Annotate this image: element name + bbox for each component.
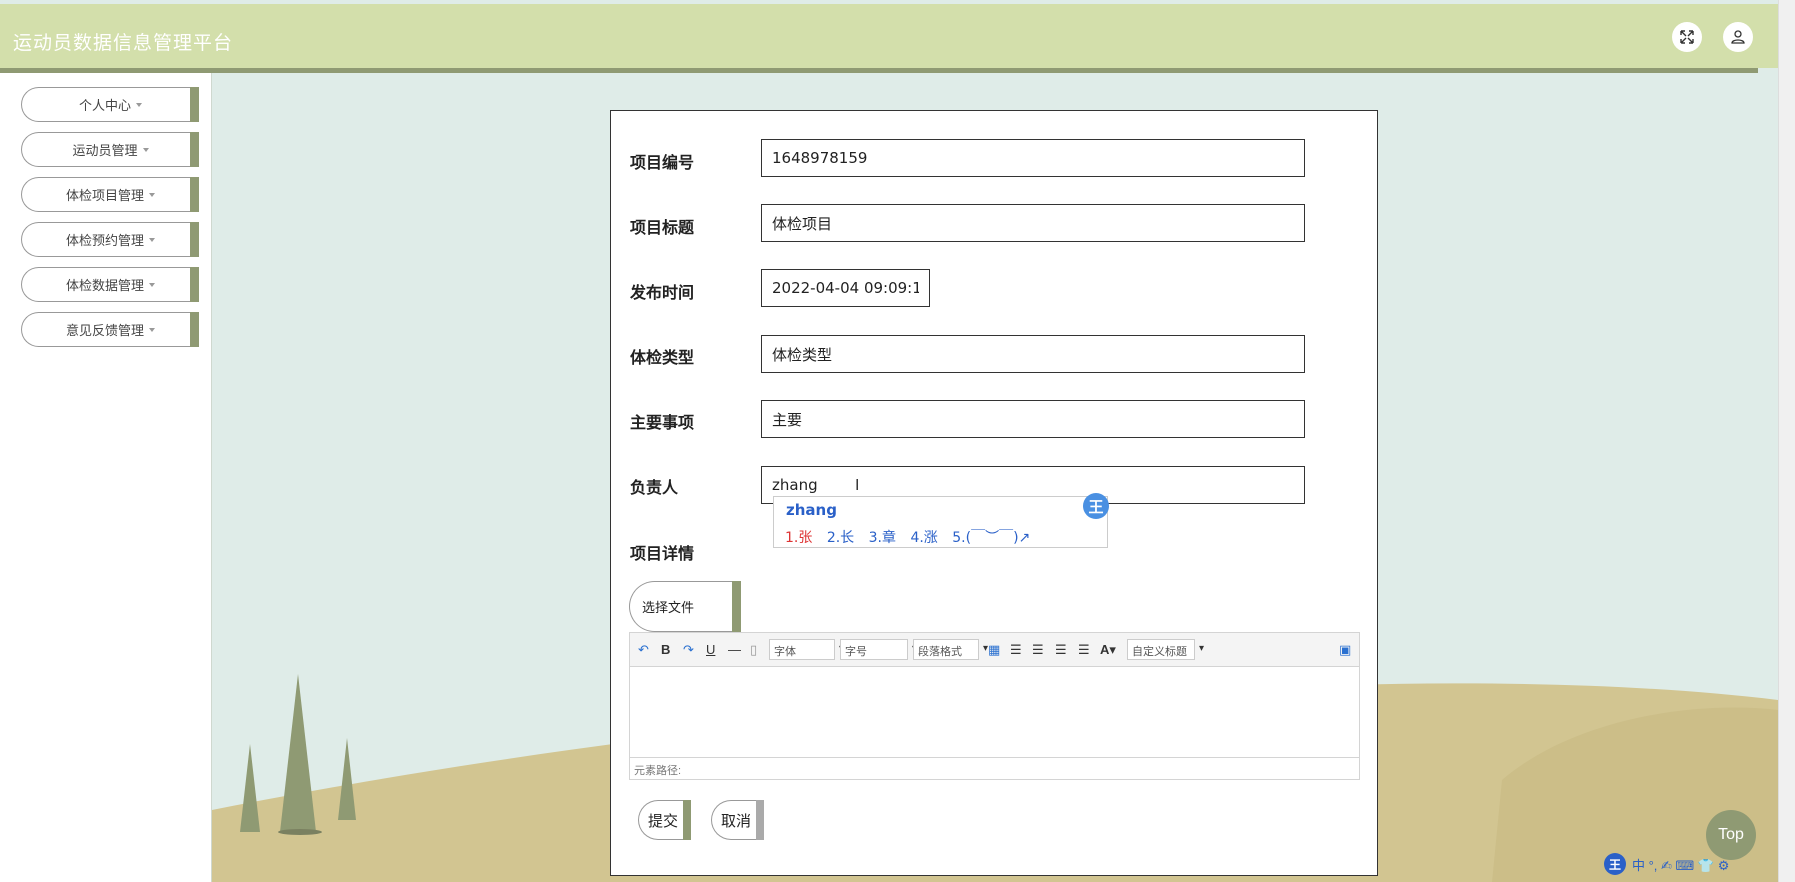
field-label-exam-type: 体检类型 — [630, 350, 695, 367]
ime-candidate[interactable]: 3.章 — [869, 530, 896, 546]
chevron-down-icon — [142, 147, 149, 152]
sidebar-item-exam-data[interactable]: 体检数据管理 — [21, 267, 199, 302]
fullscreen-icon[interactable] — [1672, 22, 1702, 52]
app-window: 运动员数据信息管理平台 个人中心 运动员管理 体检项目管理 体检预约管理 体检数… — [0, 0, 1795, 882]
sidebar-item-feedback[interactable]: 意见反馈管理 — [21, 312, 199, 347]
fullscreen-editor-icon[interactable]: ▣ — [1339, 642, 1351, 658]
justify-icon[interactable]: ☰ — [1078, 642, 1090, 658]
align-left-icon[interactable]: ☰ — [1010, 642, 1022, 658]
app-title: 运动员数据信息管理平台 — [13, 33, 234, 54]
cancel-button[interactable]: 取消 — [711, 800, 764, 840]
field-label-details: 项目详情 — [630, 546, 695, 563]
ime-status-text[interactable]: 中 °, ✍ ⌨ 👕 ⚙ — [1632, 855, 1729, 874]
page-scrollbar[interactable] — [1778, 0, 1795, 882]
chevron-down-icon — [149, 327, 155, 332]
publish-time-input[interactable] — [761, 269, 930, 307]
table-icon[interactable]: ▦ — [988, 642, 1000, 658]
chevron-down-icon — [149, 192, 155, 197]
bold-icon[interactable]: B — [661, 642, 670, 657]
rich-text-editor: ↶ B ↷ U — ▯ 字体 字号 段落格式 ▦ ☰ ☰ ☰ ☰ A▾ 自定义标… — [629, 632, 1360, 780]
font-color-icon[interactable]: A▾ — [1100, 642, 1116, 658]
ime-candidates: 1.张 2.长 3.章 4.涨 5.(￣︶￣)↗ — [785, 527, 1040, 547]
align-right-icon[interactable]: ☰ — [1055, 642, 1067, 658]
underline-icon[interactable]: U — [706, 642, 715, 657]
font-family-select[interactable]: 字体 — [769, 639, 844, 660]
horizontal-rule-icon[interactable]: — — [728, 642, 741, 657]
blank-page-icon[interactable]: ▯ — [750, 642, 757, 658]
ime-candidate[interactable]: 2.长 — [827, 530, 854, 546]
sidebar-item-athletes[interactable]: 运动员管理 — [21, 132, 199, 167]
font-size-select[interactable]: 字号 — [840, 639, 917, 660]
main-items-input[interactable] — [761, 400, 1305, 438]
sidebar-item-exam-projects[interactable]: 体检项目管理 — [21, 177, 199, 212]
submit-button[interactable]: 提交 — [638, 800, 691, 840]
field-label-owner: 负责人 — [630, 480, 679, 497]
sidebar: 个人中心 运动员管理 体检项目管理 体检预约管理 体检数据管理 意见反馈管理 — [0, 73, 212, 882]
field-label-main-items: 主要事项 — [630, 415, 695, 432]
project-id-input[interactable] — [761, 139, 1305, 177]
ime-status-logo: 王 — [1604, 853, 1626, 875]
header-divider — [0, 68, 1758, 73]
redo-icon[interactable]: ↷ — [683, 642, 694, 658]
editor-toolbar: ↶ B ↷ U — ▯ 字体 字号 段落格式 ▦ ☰ ☰ ☰ ☰ A▾ 自定义标… — [630, 633, 1359, 667]
ime-logo: 王 — [1083, 493, 1109, 519]
paragraph-format-select[interactable]: 段落格式 — [913, 639, 988, 660]
editor-content-area[interactable] — [630, 667, 1359, 759]
ime-candidate-popup: zhang 1.张 2.长 3.章 4.涨 5.(￣︶￣)↗ 王 — [773, 493, 1109, 548]
choose-file-button[interactable]: 选择文件 — [629, 581, 741, 632]
field-label-publish-time: 发布时间 — [630, 285, 695, 302]
custom-title-select[interactable]: 自定义标题 — [1127, 639, 1204, 660]
ime-status-bar: 王 中 °, ✍ ⌨ 👕 ⚙ — [1604, 852, 1729, 876]
ime-candidate[interactable]: 1.张 — [785, 530, 812, 546]
header: 运动员数据信息管理平台 — [0, 4, 1778, 68]
ime-composition: zhang — [786, 501, 837, 519]
chevron-down-icon — [149, 282, 155, 287]
align-center-icon[interactable]: ☰ — [1032, 642, 1044, 658]
element-path: 元素路径: — [630, 757, 1359, 779]
project-title-input[interactable] — [761, 204, 1305, 242]
field-label-project-title: 项目标题 — [630, 220, 695, 237]
ime-candidate[interactable]: 5.(￣︶￣)↗ — [952, 530, 1030, 546]
sidebar-item-profile[interactable]: 个人中心 — [21, 87, 199, 122]
user-icon[interactable] — [1723, 22, 1753, 52]
undo-icon[interactable]: ↶ — [638, 642, 649, 658]
text-cursor-icon: I — [855, 477, 860, 494]
sidebar-item-exam-booking[interactable]: 体检预约管理 — [21, 222, 199, 257]
field-label-project-id: 项目编号 — [630, 155, 695, 172]
exam-type-input[interactable] — [761, 335, 1305, 373]
chevron-down-icon — [136, 102, 142, 107]
ime-candidate[interactable]: 4.涨 — [910, 530, 937, 546]
edit-form: 项目编号 项目标题 发布时间 体检类型 主要事项 负责人 项目详情 选择文件 ↶… — [610, 110, 1378, 876]
chevron-down-icon — [149, 237, 155, 242]
